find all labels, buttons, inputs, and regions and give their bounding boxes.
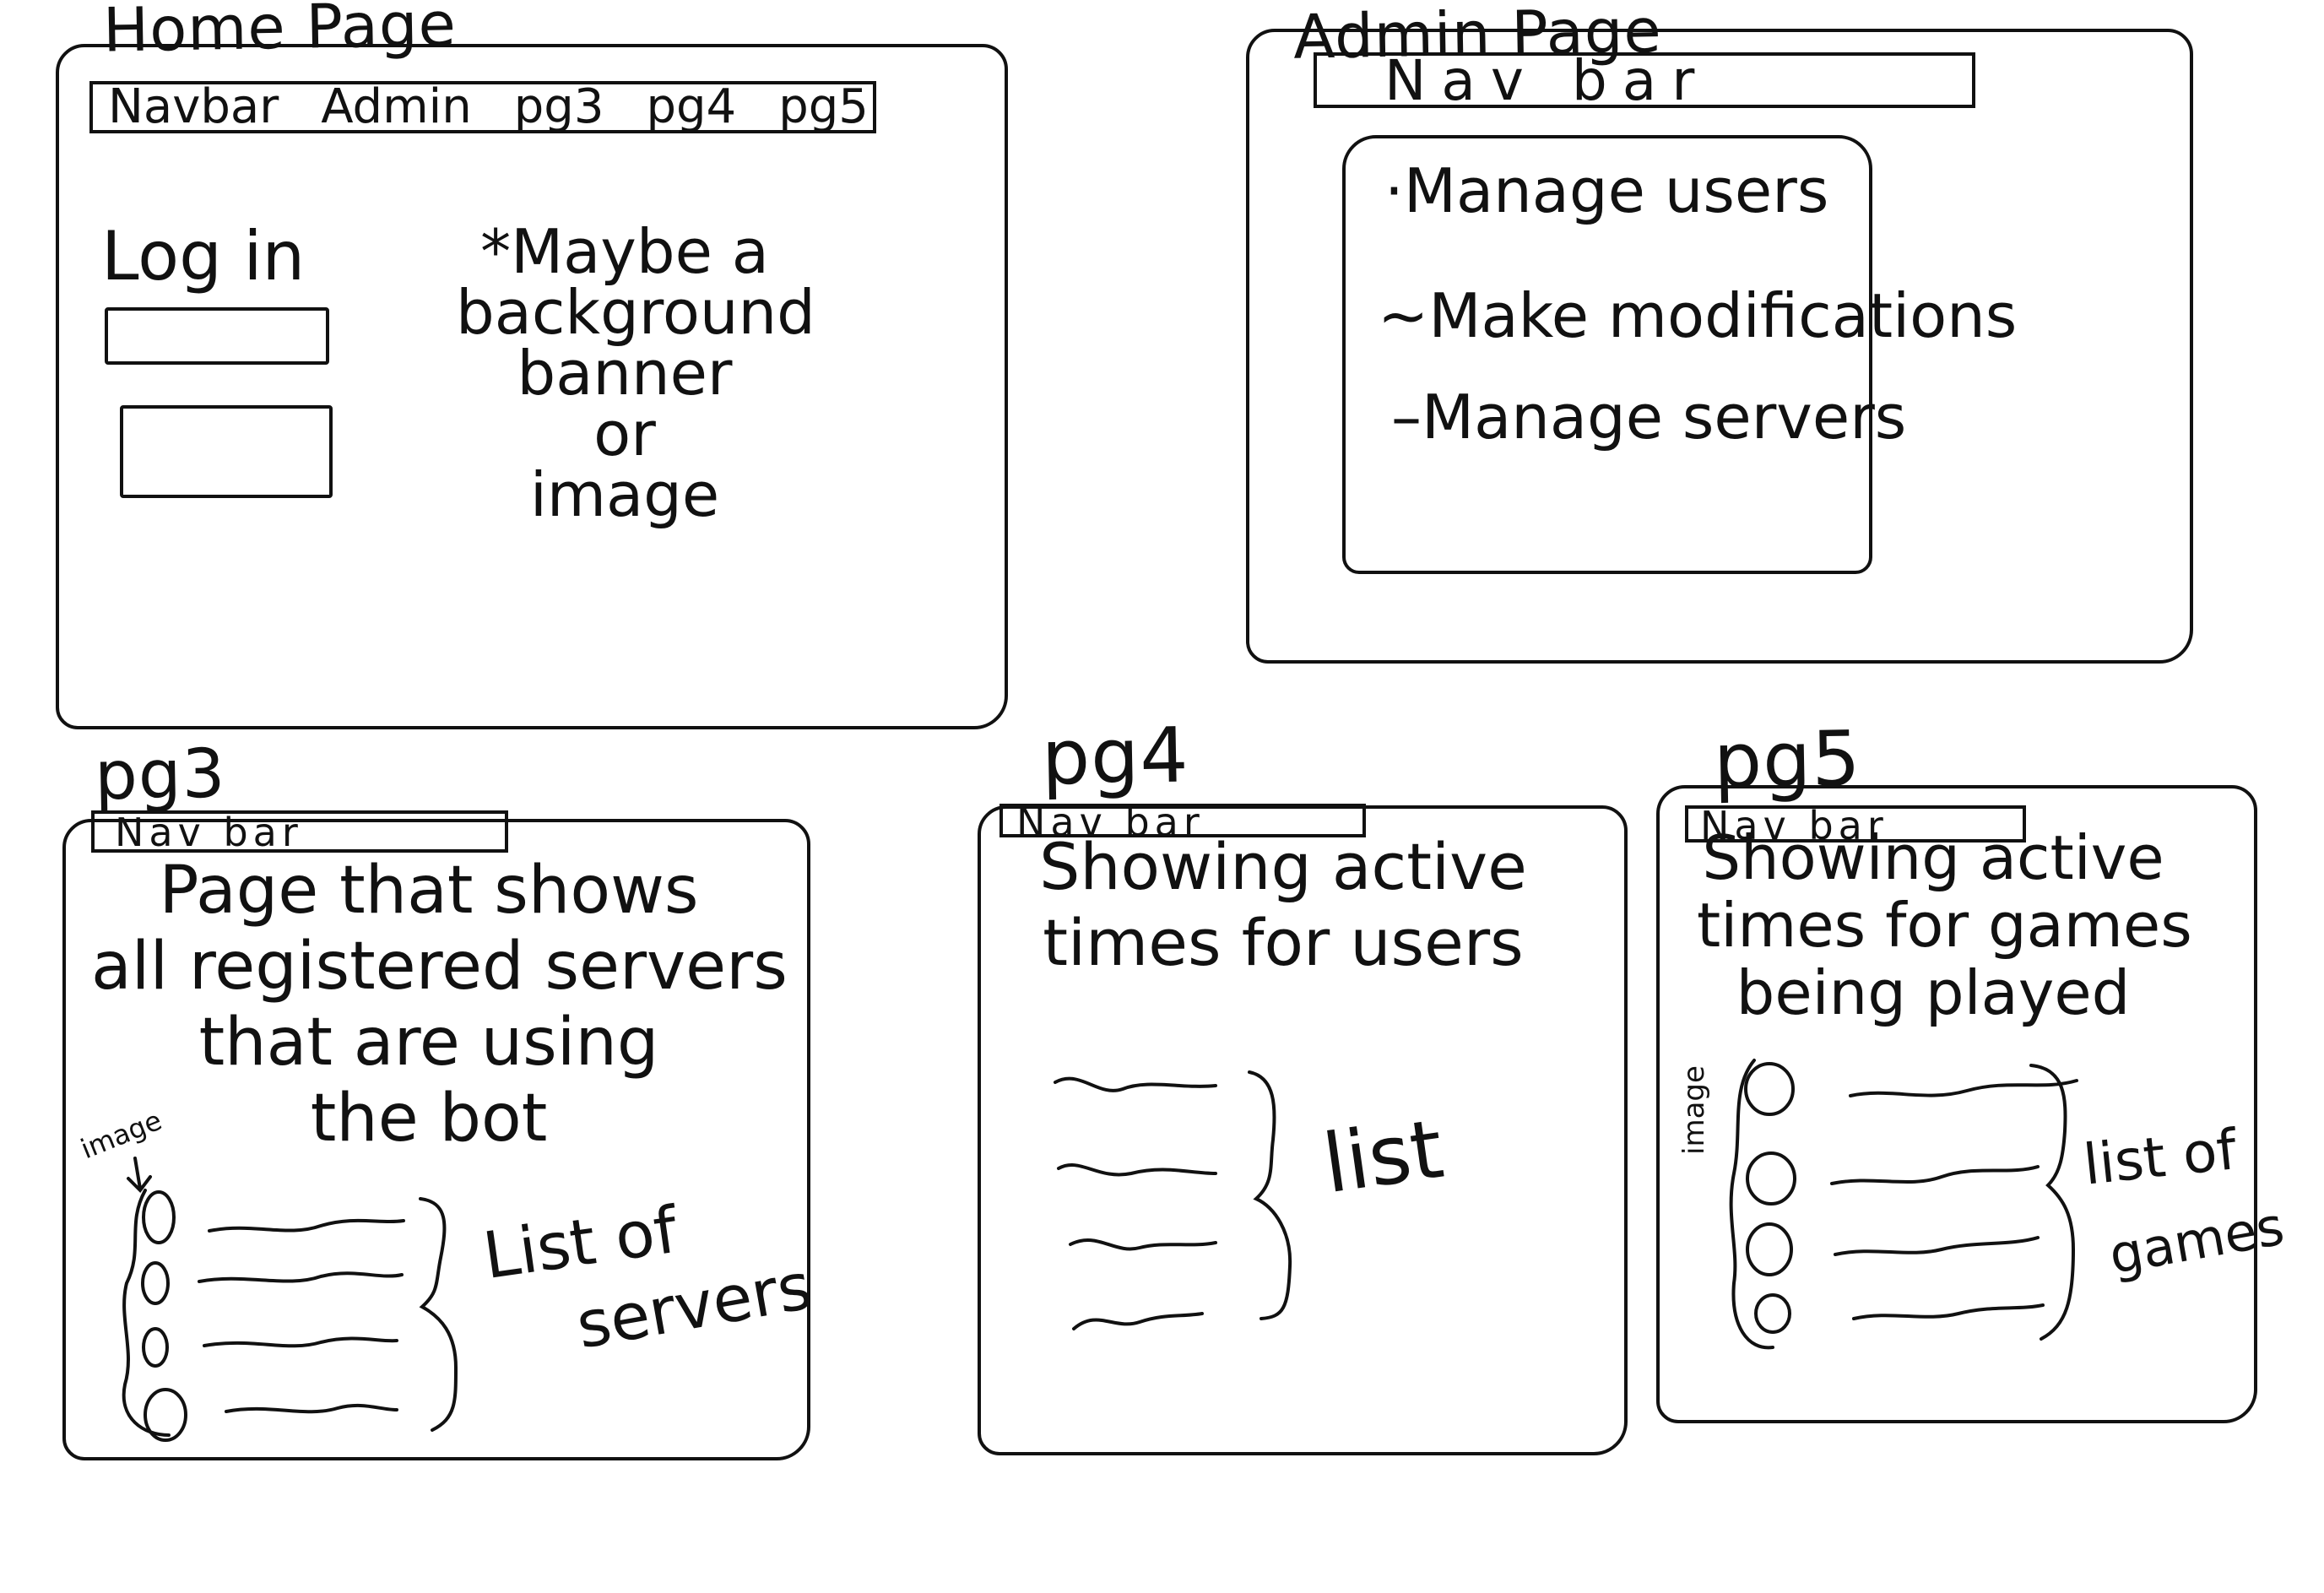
sketch-shapes xyxy=(122,1059,2078,1442)
pg3-list-item-line xyxy=(203,1336,398,1348)
pg3-list-bracket xyxy=(419,1197,458,1432)
pg3-list-item-image-icon xyxy=(142,1327,169,1368)
pg3-list-item-image-icon xyxy=(141,1261,170,1305)
pg5-list-item-image-icon xyxy=(1754,1293,1791,1334)
pg5-list-item-image-icon xyxy=(1746,1222,1793,1276)
pg3-list-item-image-icon xyxy=(142,1190,176,1244)
pg4-list-bracket xyxy=(1248,1070,1292,1320)
pg5-list-item-line xyxy=(1852,1303,2045,1320)
pg5-list-item-image-icon xyxy=(1744,1062,1795,1116)
pg5-list-item-line xyxy=(1849,1079,2078,1097)
pg5-list-item-line xyxy=(1830,1165,2040,1185)
pg4-list-item-line xyxy=(1054,1076,1217,1092)
pg4-list-item-line xyxy=(1069,1238,1217,1251)
pg5-list-bracket xyxy=(2029,1064,2076,1341)
pg4-list-item-line xyxy=(1072,1312,1204,1330)
pg5-list-item-image-icon xyxy=(1746,1151,1796,1206)
pg4-list-item-line xyxy=(1057,1163,1217,1177)
pg5-list-item-line xyxy=(1834,1236,2040,1256)
pg3-list-item-line xyxy=(225,1403,398,1414)
pg3-image-arrow xyxy=(127,1157,152,1194)
pg3-list-item-line xyxy=(198,1271,404,1283)
pg3-list-item-line xyxy=(208,1218,405,1233)
